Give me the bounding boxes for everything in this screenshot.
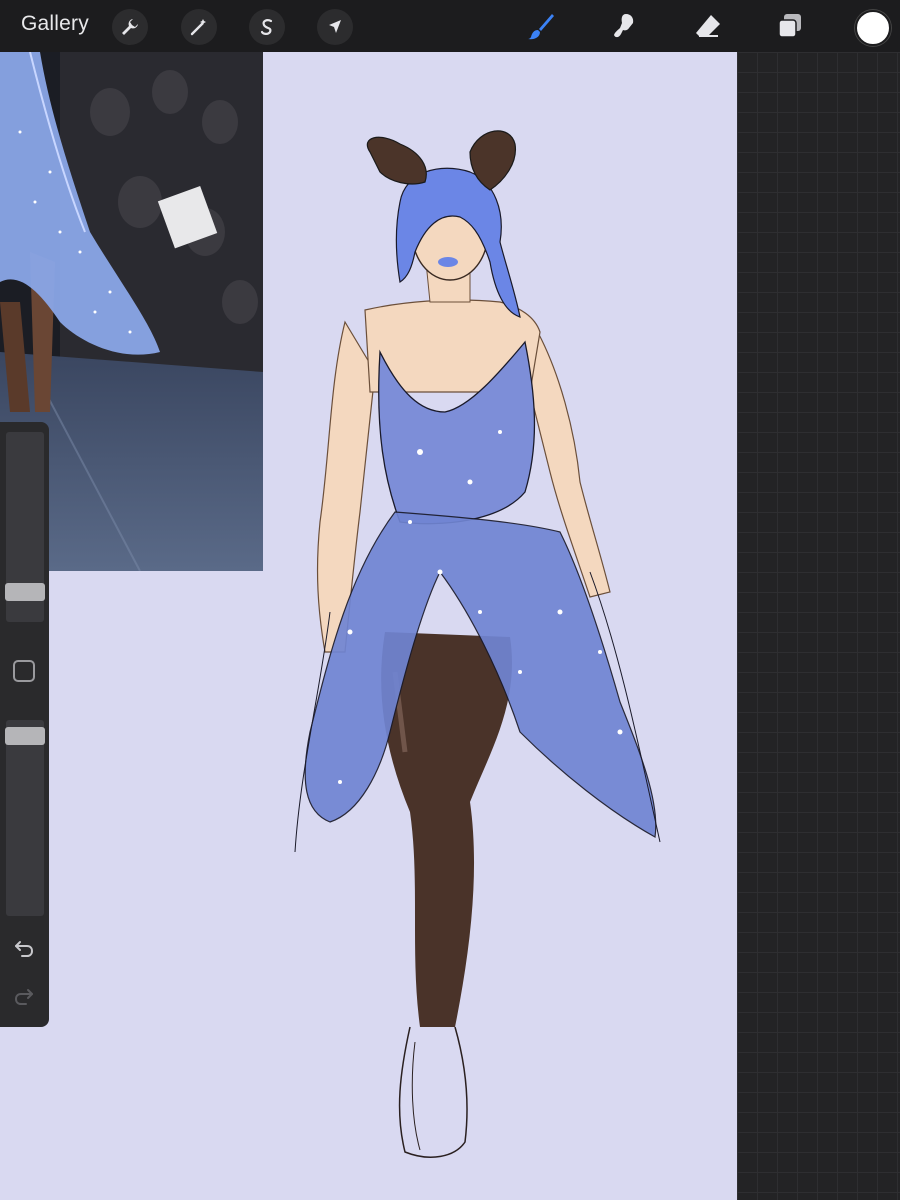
brush-tool-button[interactable] <box>523 8 559 44</box>
undo-button[interactable] <box>10 934 38 962</box>
left-sidebar <box>0 422 49 1027</box>
actions-button[interactable] <box>112 9 148 45</box>
opacity-slider[interactable] <box>6 720 44 916</box>
magic-wand-icon <box>190 19 206 36</box>
workspace-grid-background <box>737 52 900 1200</box>
redo-icon <box>14 989 33 1005</box>
opacity-thumb[interactable] <box>5 727 45 746</box>
smudge-tool-button[interactable] <box>607 8 643 44</box>
drawing-canvas[interactable] <box>0 52 737 1200</box>
smudge-icon <box>614 14 634 38</box>
arrow-cursor-icon <box>329 20 341 33</box>
wrench-icon <box>122 19 138 35</box>
top-toolbar: Gallery <box>0 0 900 52</box>
color-picker-button[interactable] <box>855 10 891 46</box>
eraser-icon <box>696 15 720 37</box>
undo-icon <box>15 941 34 957</box>
brush-size-thumb[interactable] <box>5 583 45 602</box>
layers-icon <box>778 14 801 38</box>
selection-button[interactable] <box>249 9 285 45</box>
adjustments-button[interactable] <box>181 9 217 45</box>
brush-icon <box>528 14 554 40</box>
gallery-button[interactable]: Gallery <box>21 12 89 36</box>
selection-s-icon <box>260 19 273 35</box>
transform-button[interactable] <box>317 9 353 45</box>
square-modifier-icon[interactable] <box>13 660 35 682</box>
redo-button[interactable] <box>10 982 38 1010</box>
layers-button[interactable] <box>772 8 808 44</box>
eraser-tool-button[interactable] <box>690 8 726 44</box>
